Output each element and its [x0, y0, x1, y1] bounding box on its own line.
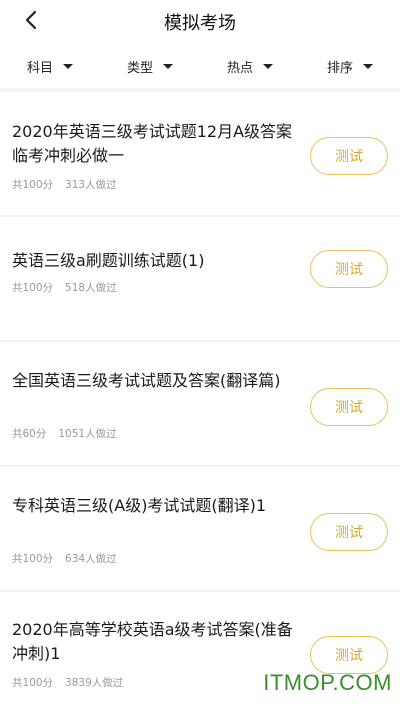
test-button[interactable]: 测试 [310, 250, 388, 288]
filter-label: 排序 [326, 60, 353, 76]
filter-sort[interactable]: 排序 [300, 50, 400, 82]
exam-meta: 共100分 313人做过 [12, 177, 117, 192]
filter-label: 科目 [26, 60, 53, 76]
filter-label: 热点 [226, 60, 253, 76]
exam-count: 634人做过 [65, 553, 117, 565]
app-header: 模拟考场 [0, 0, 400, 42]
filter-subject[interactable]: 科目 [0, 50, 100, 82]
exam-title: 2020年英语三级考试试题12月A级答案临考冲刺必做一 [12, 122, 293, 165]
exam-title: 专科英语三级(A级)考试试题(翻译)1 [12, 496, 267, 515]
filter-type[interactable]: 类型 [100, 50, 200, 82]
exam-meta: 共60分 1051人做过 [12, 426, 117, 441]
exam-title: 英语三级a刷题训练试题(1) [12, 251, 205, 270]
exam-score: 共100分 [12, 553, 54, 565]
exam-title: 2020年高等学校英语a级考试答案(准备冲刺)1 [12, 620, 293, 663]
caret-down-icon [63, 63, 73, 69]
exam-count: 3839人做过 [65, 677, 124, 689]
filter-bar: 科目 类型 热点 排序 [0, 50, 400, 82]
exam-meta: 共100分 518人做过 [12, 280, 117, 295]
caret-down-icon [163, 63, 173, 69]
exam-meta: 共100分 634人做过 [12, 551, 117, 566]
exam-list-item[interactable]: 专科英语三级(A级)考试试题(翻译)1 共100分 634人做过 测试 [0, 467, 400, 592]
exam-score: 共100分 [12, 179, 54, 191]
exam-list: 2020年英语三级考试试题12月A级答案临考冲刺必做一 共100分 313人做过… [0, 92, 400, 710]
test-button[interactable]: 测试 [310, 513, 388, 551]
filter-hot[interactable]: 热点 [200, 50, 300, 82]
exam-list-item[interactable]: 2020年英语三级考试试题12月A级答案临考冲刺必做一 共100分 313人做过… [0, 92, 400, 217]
test-button[interactable]: 测试 [310, 636, 388, 674]
test-button[interactable]: 测试 [310, 137, 388, 175]
caret-down-icon [363, 63, 373, 69]
exam-meta: 共100分 3839人做过 [12, 675, 123, 690]
exam-list-item[interactable]: 英语三级a刷题训练试题(1) 共100分 518人做过 测试 [0, 217, 400, 342]
exam-score: 共60分 [12, 428, 47, 440]
exam-score: 共100分 [12, 677, 54, 689]
watermark: ITMOP.COM [263, 670, 392, 695]
filter-label: 类型 [126, 60, 153, 76]
caret-down-icon [263, 63, 273, 69]
exam-count: 1051人做过 [58, 428, 117, 440]
exam-count: 518人做过 [65, 282, 117, 294]
exam-score: 共100分 [12, 282, 54, 294]
exam-count: 313人做过 [65, 179, 117, 191]
test-button[interactable]: 测试 [310, 388, 388, 426]
exam-title: 全国英语三级考试试题及答案(翻译篇) [12, 371, 281, 390]
exam-list-item[interactable]: 全国英语三级考试试题及答案(翻译篇) 共60分 1051人做过 测试 [0, 342, 400, 467]
page-title: 模拟考场 [164, 13, 236, 34]
